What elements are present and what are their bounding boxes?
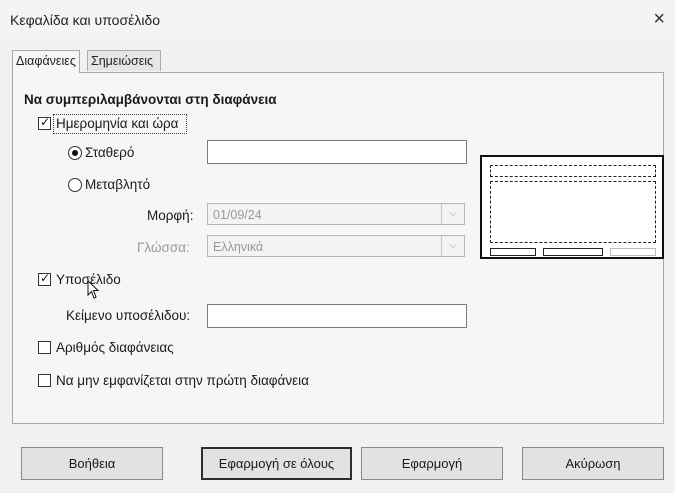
footer-text-input[interactable] [207, 304, 467, 328]
slide-number-checkbox[interactable] [38, 341, 51, 354]
fixed-date-input[interactable] [207, 140, 467, 164]
variable-radio[interactable] [68, 178, 82, 192]
preview-date-placeholder [490, 248, 536, 256]
fixed-label: Σταθερό [85, 145, 135, 160]
apply-button[interactable]: Εφαρμογή [361, 447, 503, 480]
preview-header-placeholder [490, 165, 656, 177]
window-title: Κεφαλίδα και υποσέλιδο [10, 12, 161, 28]
preview-content-placeholder [490, 181, 656, 243]
slide-preview [480, 155, 664, 259]
title-bar: Κεφαλίδα και υποσέλιδο × [0, 0, 675, 40]
slide-number-label: Αριθμός διαφάνειας [56, 340, 174, 355]
tab-notes-handouts[interactable]: Σημειώσεις και σημειώματα [87, 50, 162, 108]
fixed-radio[interactable] [68, 146, 82, 160]
section-title: Να συμπεριλαμβάνονται στη διαφάνεια [24, 92, 277, 107]
language-value: Ελληνικά [213, 240, 264, 254]
apply-to-all-button[interactable]: Εφαρμογή σε όλους [201, 447, 352, 480]
format-select[interactable]: 01/09/24 ⌵ [207, 203, 465, 225]
preview-number-placeholder [610, 248, 656, 256]
datetime-label: Ημερομηνία και ώρα [56, 116, 179, 131]
language-label: Γλώσσα: [137, 240, 190, 255]
chevron-down-icon[interactable]: ⌵ [441, 236, 464, 256]
hide-first-slide-checkbox[interactable] [38, 374, 51, 387]
help-button[interactable]: Βοήθεια [21, 447, 163, 480]
tab-slides[interactable]: Διαφάνειες [12, 50, 80, 73]
footer-text-label: Κείμενο υποσέλιδου: [66, 308, 191, 323]
close-icon[interactable]: × [653, 8, 665, 31]
footer-checkbox[interactable] [38, 271, 51, 286]
preview-footer-placeholder [543, 248, 603, 256]
language-select[interactable]: Ελληνικά ⌵ [207, 235, 465, 257]
datetime-checkbox[interactable] [38, 115, 51, 130]
chevron-down-icon[interactable]: ⌵ [441, 204, 464, 224]
format-value: 01/09/24 [213, 208, 262, 222]
cancel-button[interactable]: Ακύρωση [522, 447, 664, 480]
format-label: Μορφή: [147, 208, 194, 223]
mouse-pointer-icon [87, 280, 100, 299]
variable-label: Μεταβλητό [85, 177, 151, 192]
hide-first-slide-label: Να μην εμφανίζεται στην πρώτη διαφάνεια [56, 373, 309, 388]
